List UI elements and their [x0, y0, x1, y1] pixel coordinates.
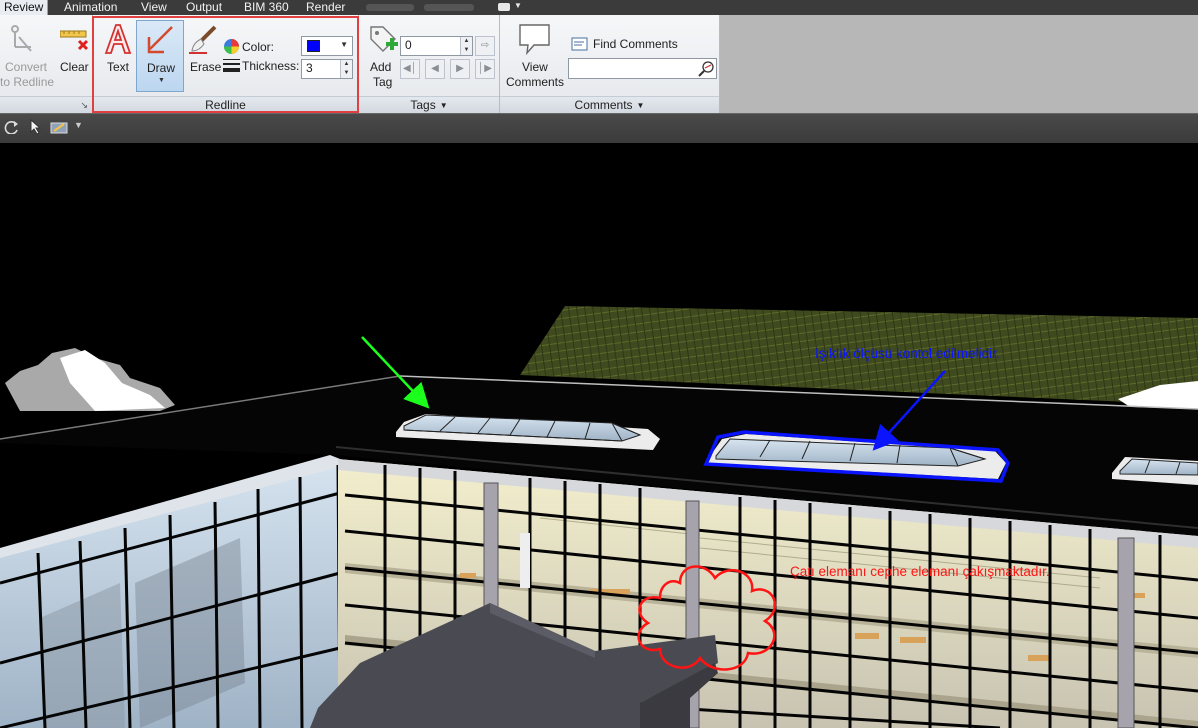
find-comments-icon [571, 37, 588, 51]
convert-to-redline-icon[interactable] [9, 23, 37, 53]
ribbon-panel-left: Convert to Redline Clear ↘ [0, 15, 93, 113]
clear-label[interactable]: Clear [60, 60, 89, 74]
goto-tag-icon[interactable]: ⇨ [475, 36, 495, 56]
chevron-down-icon: ▼ [636, 101, 645, 110]
measure-icon[interactable] [50, 119, 70, 135]
select-cursor-icon[interactable] [30, 119, 42, 135]
last-tag-icon[interactable]: │▶ [475, 59, 495, 79]
tags-panel-footer[interactable]: Tags ▼ [359, 96, 499, 113]
workspace-toggle-icon[interactable] [498, 3, 510, 11]
view-comments-label-2[interactable]: Comments [506, 75, 564, 89]
tag-number-spinner[interactable]: 0 ▲ ▼ [400, 36, 473, 56]
redline-panel-highlight [92, 16, 359, 113]
blurred-tab[interactable] [366, 4, 414, 11]
tab-output[interactable]: Output [186, 0, 222, 15]
add-tag-label-1[interactable]: Add [370, 60, 391, 74]
comments-panel: View Comments Find Comments Comments ▼ [500, 15, 720, 113]
find-comments-button[interactable]: Find Comments [593, 37, 678, 51]
comments-panel-footer[interactable]: Comments ▼ [500, 96, 719, 113]
chevron-down-icon: ▼ [439, 101, 448, 110]
panel-footer-left: ↘ [0, 96, 92, 113]
previous-tag-icon[interactable]: ◀ [425, 59, 445, 79]
view-comments-label-1[interactable]: View [522, 60, 548, 74]
red-redline-text[interactable]: Çatı elemanı cephe elemanı çakışmaktadır… [790, 564, 1050, 579]
add-tag-label-2[interactable]: Tag [373, 75, 392, 89]
tab-review[interactable]: Review [0, 0, 49, 15]
panel-expand-icon: ↘ [80, 100, 88, 110]
clear-icon[interactable] [60, 29, 90, 53]
tab-bim360[interactable]: BIM 360 [244, 0, 289, 15]
add-tag-icon[interactable] [367, 23, 399, 55]
spinner-arrows-icon[interactable]: ▲ ▼ [460, 37, 472, 55]
next-tag-icon[interactable]: ▶ [450, 59, 470, 79]
tags-panel: Add Tag 0 ▲ ▼ ⇨ ◀│ ◀ ▶ │▶ Tags ▼ [359, 15, 500, 113]
navigation-toolbar: ▼ [0, 113, 1198, 144]
spell-search-icon[interactable] [697, 60, 715, 77]
chevron-down-icon[interactable]: ▼ [514, 1, 522, 10]
first-tag-icon[interactable]: ◀│ [400, 59, 420, 79]
tag-number-value: 0 [405, 38, 412, 52]
view-comments-icon[interactable] [518, 23, 552, 55]
blurred-tab[interactable] [424, 4, 474, 11]
convert-label-2: to Redline [0, 75, 55, 89]
comment-search-input[interactable] [568, 58, 717, 79]
tab-animation[interactable]: Animation [64, 0, 117, 15]
chevron-down-icon[interactable]: ▼ [74, 120, 83, 130]
blue-redline-text[interactable]: Işıklık ölçüsü kontol edilmelidir. [815, 346, 1000, 361]
ribbon-tab-bar: Review Animation View Output BIM 360 Ren… [0, 0, 1198, 15]
model-viewport[interactable]: Işıklık ölçüsü kontol edilmelidir. Çatı … [0, 143, 1198, 728]
refresh-icon[interactable] [4, 120, 20, 134]
tab-view[interactable]: View [141, 0, 167, 15]
convert-label-1: Convert [5, 60, 48, 74]
tab-render[interactable]: Render [306, 0, 345, 15]
